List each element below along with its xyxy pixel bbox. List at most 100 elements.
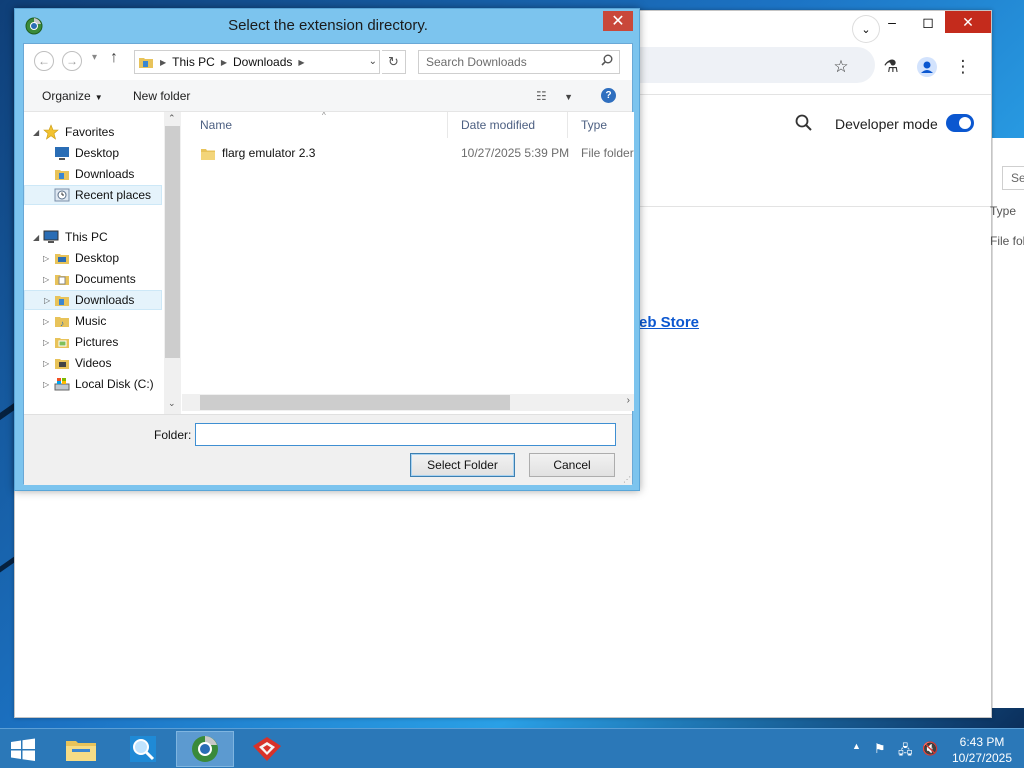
browser-close-button[interactable]: ✕ bbox=[945, 11, 991, 33]
collapsed-triangle-icon[interactable]: ▷ bbox=[44, 296, 50, 305]
maximize-button[interactable]: ◻ bbox=[911, 11, 945, 33]
breadcrumb-downloads[interactable]: Downloads bbox=[233, 55, 292, 69]
taskbar-chrome[interactable] bbox=[176, 731, 234, 767]
tree-label: Music bbox=[75, 314, 107, 328]
expanded-triangle-icon[interactable]: ◢ bbox=[33, 128, 39, 137]
collapsed-triangle-icon[interactable]: ▷ bbox=[43, 338, 49, 347]
tree-favorites-recent-places[interactable]: Recent places bbox=[24, 185, 162, 205]
minimize-button[interactable]: – bbox=[875, 11, 909, 33]
magnifier-app-icon bbox=[130, 736, 156, 762]
videos-folder-icon bbox=[55, 359, 69, 369]
developer-mode-toggle[interactable] bbox=[946, 114, 974, 132]
dialog-title: Select the extension directory. bbox=[228, 17, 428, 34]
labs-flask-icon[interactable]: ⚗ bbox=[879, 55, 903, 79]
start-button-windows-icon[interactable] bbox=[8, 737, 38, 763]
scrollbar-thumb[interactable] bbox=[165, 126, 180, 358]
breadcrumb-separator-icon: ▶ bbox=[298, 57, 305, 67]
background-search-box[interactable]: Sea bbox=[1002, 166, 1024, 190]
tree-pc-desktop[interactable]: ▷ Desktop bbox=[24, 248, 162, 268]
scroll-right-arrow-icon[interactable]: › bbox=[627, 395, 630, 406]
tree-this-pc[interactable]: ◢ This PC bbox=[24, 227, 162, 247]
address-breadcrumb[interactable]: ▶ This PC ▶ Downloads ▶ ⌄ bbox=[134, 50, 380, 74]
dialog-close-button[interactable]: ✕ bbox=[603, 11, 633, 31]
address-dropdown-chevron-icon[interactable]: ⌄ bbox=[369, 56, 377, 67]
column-header-type[interactable]: Type bbox=[568, 112, 634, 138]
taskbar-file-explorer[interactable] bbox=[52, 731, 110, 767]
tree-label: Pictures bbox=[75, 335, 119, 349]
collapsed-triangle-icon[interactable]: ▷ bbox=[43, 275, 49, 284]
show-hidden-icons-caret-icon[interactable]: ▲ bbox=[852, 741, 861, 751]
change-view-button[interactable]: ☷ ▼ bbox=[536, 89, 573, 103]
collapsed-triangle-icon[interactable]: ▷ bbox=[43, 254, 49, 263]
web-store-link[interactable]: eb Store bbox=[639, 314, 699, 331]
tree-favorites-downloads[interactable]: Downloads bbox=[24, 164, 162, 184]
navigation-pane: ◢ Favorites Desktop Downloads Recent pla… bbox=[24, 112, 164, 414]
collapsed-triangle-icon[interactable]: ▷ bbox=[43, 380, 49, 389]
taskbar-search-app[interactable] bbox=[114, 731, 172, 767]
tree-pc-music[interactable]: ▷ ♪ Music bbox=[24, 311, 162, 331]
collapsed-triangle-icon[interactable]: ▷ bbox=[43, 317, 49, 326]
tree-pc-pictures[interactable]: ▷ Pictures bbox=[24, 332, 162, 352]
navigation-bar: ← → ▾ ↑ ▶ This PC ▶ Downloads ▶ ⌄ ↻ bbox=[24, 44, 632, 80]
tree-favorites[interactable]: ◢ Favorites bbox=[24, 122, 162, 142]
tree-pc-videos[interactable]: ▷ Videos bbox=[24, 353, 162, 373]
clock-time[interactable]: 6:43 PM bbox=[956, 735, 1008, 749]
column-header-date-modified[interactable]: Date modified bbox=[448, 112, 568, 138]
taskbar-red-app[interactable] bbox=[238, 731, 296, 767]
help-button[interactable]: ? bbox=[601, 88, 616, 103]
select-folder-button[interactable]: Select Folder bbox=[410, 453, 515, 477]
tree-label: Downloads bbox=[75, 167, 135, 181]
file-explorer-icon bbox=[66, 741, 96, 761]
recent-locations-chevron-icon[interactable]: ▾ bbox=[92, 52, 97, 63]
documents-folder-icon bbox=[55, 275, 69, 285]
view-options-caret-icon[interactable]: ▼ bbox=[564, 92, 573, 102]
organize-label: Organize bbox=[42, 89, 91, 103]
downloads-folder-icon bbox=[139, 58, 153, 68]
chevron-down-icon: ⌄ bbox=[861, 23, 871, 36]
command-bar: Organize ▼ New folder ☷ ▼ ? bbox=[24, 80, 632, 112]
bookmark-star-icon[interactable]: ☆ bbox=[829, 55, 853, 79]
forward-button[interactable]: → bbox=[62, 51, 82, 71]
breadcrumb-this-pc[interactable]: This PC bbox=[172, 55, 215, 69]
caret-down-icon: ▼ bbox=[94, 93, 103, 102]
desktop-folder-icon bbox=[55, 254, 69, 264]
file-row[interactable]: flarg emulator 2.3 10/27/2025 5:39 PM Fi… bbox=[182, 142, 634, 164]
background-type-cell: File fol bbox=[990, 234, 1024, 248]
tree-favorites-desktop[interactable]: Desktop bbox=[24, 143, 162, 163]
network-icon[interactable]: 🖧 bbox=[898, 741, 913, 763]
clock-date[interactable]: 10/27/2025 bbox=[948, 751, 1016, 765]
action-center-flag-icon[interactable]: ⚑ bbox=[874, 741, 886, 757]
profile-avatar-icon[interactable] bbox=[915, 55, 939, 79]
tree-pc-local-disk[interactable]: ▷ Local Disk (C:) bbox=[24, 374, 162, 394]
file-date-modified: 10/27/2025 5:39 PM bbox=[461, 146, 570, 160]
scroll-down-arrow-icon[interactable]: ⌄ bbox=[168, 398, 176, 409]
file-list-horizontal-scrollbar[interactable]: › bbox=[182, 394, 634, 411]
dialog-footer: Folder: Select Folder Cancel ⋰ bbox=[24, 414, 632, 485]
organize-button[interactable]: Organize ▼ bbox=[42, 89, 103, 103]
column-header-name[interactable]: ^ Name bbox=[182, 112, 448, 138]
folder-input[interactable] bbox=[195, 423, 616, 446]
search-icon[interactable] bbox=[795, 114, 813, 137]
search-icon[interactable] bbox=[601, 54, 613, 69]
back-button[interactable]: ← bbox=[34, 51, 54, 71]
new-folder-button[interactable]: New folder bbox=[133, 89, 190, 103]
collapsed-triangle-icon[interactable]: ▷ bbox=[43, 359, 49, 368]
up-one-level-button[interactable]: ↑ bbox=[110, 49, 118, 67]
scrollbar-thumb[interactable] bbox=[200, 395, 510, 410]
cancel-button[interactable]: Cancel bbox=[529, 453, 615, 477]
scroll-up-arrow-icon[interactable]: ⌃ bbox=[168, 113, 176, 124]
volume-muted-icon[interactable]: 🔇 bbox=[922, 741, 938, 757]
tree-label: Documents bbox=[75, 272, 136, 286]
resize-grip-icon[interactable]: ⋰ bbox=[623, 475, 631, 484]
downloads-folder-icon bbox=[55, 296, 69, 306]
tree-pc-documents[interactable]: ▷ Documents bbox=[24, 269, 162, 289]
tree-pc-downloads[interactable]: ▷ Downloads bbox=[24, 290, 162, 310]
column-label: Name bbox=[200, 118, 233, 132]
navigation-pane-scrollbar[interactable]: ⌃ ⌄ bbox=[164, 112, 181, 414]
search-input[interactable] bbox=[426, 51, 596, 73]
expanded-triangle-icon[interactable]: ◢ bbox=[33, 233, 39, 242]
tree-label: Desktop bbox=[75, 146, 120, 160]
refresh-button[interactable]: ↻ bbox=[382, 50, 406, 74]
developer-mode-label: Developer mode bbox=[835, 116, 938, 132]
menu-kebab-icon[interactable]: ⋮ bbox=[951, 55, 975, 79]
